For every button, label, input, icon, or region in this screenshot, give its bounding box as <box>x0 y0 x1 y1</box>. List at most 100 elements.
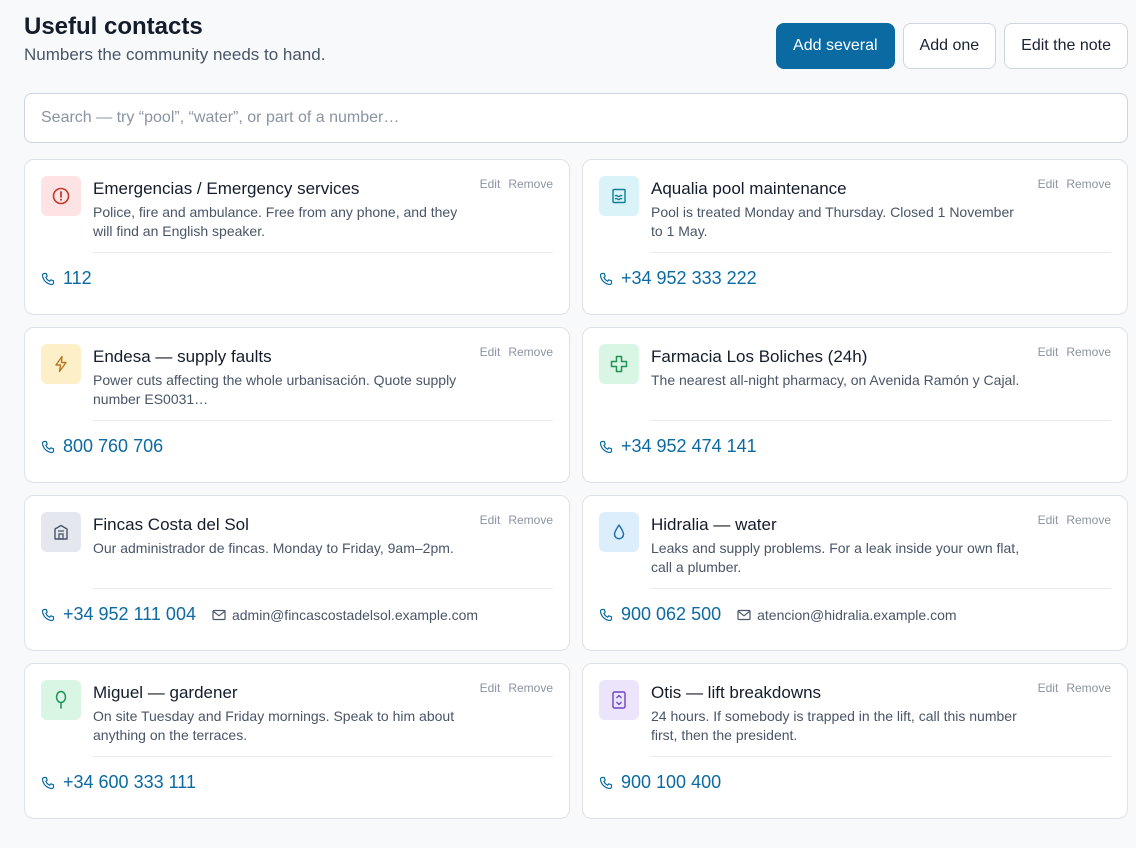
phone-icon <box>41 776 55 790</box>
remove-contact-button[interactable]: Remove <box>508 177 553 191</box>
card-divider <box>93 756 553 757</box>
contact-details: 900 062 500 atencion@hidralia.example.co… <box>599 604 957 625</box>
phone-number: +34 952 333 222 <box>621 268 757 288</box>
phone-icon <box>599 272 613 286</box>
card-tools: Edit Remove <box>480 681 553 695</box>
card-divider <box>651 252 1111 253</box>
phone-number: +34 600 333 111 <box>63 772 196 792</box>
card-tools: Edit Remove <box>1038 513 1111 527</box>
edit-contact-button[interactable]: Edit <box>480 513 501 527</box>
contact-card: Fincas Costa del Sol Our administrador d… <box>24 495 570 651</box>
alert-icon <box>41 176 81 216</box>
email-link[interactable]: admin@fincascostadelsol.example.com <box>212 607 478 623</box>
email-address: admin@fincascostadelsol.example.com <box>231 606 479 623</box>
contact-description: Pool is treated Monday and Thursday. Clo… <box>651 204 1014 239</box>
edit-contact-button[interactable]: Edit <box>480 345 501 359</box>
remove-contact-button[interactable]: Remove <box>1066 681 1111 695</box>
remove-contact-button[interactable]: Remove <box>1066 345 1111 359</box>
email-link[interactable]: atencion@hidralia.example.com <box>737 606 957 623</box>
contact-card: Emergencias / Emergency services Police,… <box>24 159 570 315</box>
contact-description: Police, fire and ambulance. Free from an… <box>93 204 458 239</box>
contact-title: Hidralia — water <box>651 515 777 534</box>
phone-number: 112 <box>63 268 92 288</box>
contact-description: 24 hours. If somebody is trapped in the … <box>651 708 1017 743</box>
card-divider <box>651 420 1111 421</box>
card-tools: Edit Remove <box>1038 681 1111 695</box>
contact-card: Endesa — supply faults Power cuts affect… <box>24 327 570 483</box>
card-tools: Edit Remove <box>1038 177 1111 191</box>
phone-icon <box>599 608 613 622</box>
remove-contact-button[interactable]: Remove <box>1066 177 1111 191</box>
contact-title: Farmacia Los Boliches (24h) <box>651 347 868 366</box>
edit-contact-button[interactable]: Edit <box>480 681 501 695</box>
phone-link[interactable]: 900 100 400 <box>599 772 721 793</box>
email-address: atencion@hidralia.example.com <box>757 606 957 623</box>
contact-card: Hidralia — water Leaks and supply proble… <box>582 495 1128 651</box>
contact-details: +34 952 474 141 <box>599 436 757 457</box>
search-input[interactable] <box>24 93 1128 143</box>
contact-description: Power cuts affecting the whole urbanisac… <box>93 372 457 407</box>
contact-details: 900 100 400 <box>599 772 721 793</box>
contact-description: The nearest all-night pharmacy, on Aveni… <box>651 372 1020 388</box>
card-divider <box>651 588 1111 589</box>
phone-link[interactable]: +34 952 474 141 <box>599 436 757 457</box>
card-tools: Edit Remove <box>1038 345 1111 359</box>
phone-link[interactable]: 112 <box>41 268 92 289</box>
edit-contact-button[interactable]: Edit <box>480 177 501 191</box>
remove-contact-button[interactable]: Remove <box>508 513 553 527</box>
contact-details: 800 760 706 <box>41 436 163 457</box>
phone-link[interactable]: +34 600 333 111 <box>41 772 196 793</box>
remove-contact-button[interactable]: Remove <box>508 345 553 359</box>
contact-card: Otis — lift breakdowns 24 hours. If some… <box>582 663 1128 819</box>
water-drop-icon <box>599 512 639 552</box>
card-divider <box>93 420 553 421</box>
building-icon <box>41 512 81 552</box>
page-header: Useful contacts Numbers the community ne… <box>24 12 1128 72</box>
contact-card: Miguel — gardener On site Tuesday and Fr… <box>24 663 570 819</box>
mail-icon <box>737 609 751 621</box>
pharmacy-cross-icon <box>599 344 639 384</box>
phone-number: +34 952 474 141 <box>621 436 757 456</box>
edit-contact-button[interactable]: Edit <box>1038 681 1059 695</box>
phone-icon <box>599 440 613 454</box>
lightning-icon <box>41 344 81 384</box>
card-divider <box>651 756 1111 757</box>
contact-title: Aqualia pool maintenance <box>651 179 847 198</box>
card-divider <box>93 588 553 589</box>
contact-title: Fincas Costa del Sol <box>93 515 249 534</box>
edit-note-button[interactable]: Edit the note <box>1004 23 1128 69</box>
phone-number: 900 062 500 <box>621 604 722 624</box>
contacts-grid: Emergencias / Emergency services Police,… <box>24 159 1128 819</box>
edit-contact-button[interactable]: Edit <box>1038 513 1059 527</box>
phone-icon <box>41 272 55 286</box>
phone-number: +34 952 111 004 <box>63 604 196 624</box>
edit-contact-button[interactable]: Edit <box>1038 345 1059 359</box>
phone-number: 800 760 706 <box>63 436 164 456</box>
contact-description: Our administrador de fincas. Monday to F… <box>93 540 454 556</box>
lift-icon <box>599 680 639 720</box>
mail-icon <box>212 609 226 621</box>
card-tools: Edit Remove <box>480 513 553 527</box>
contact-title: Miguel — gardener <box>93 683 238 702</box>
phone-link[interactable]: 800 760 706 <box>41 436 163 457</box>
contact-details: +34 952 111 004 admin@fincascostadelsol.… <box>41 604 478 625</box>
edit-contact-button[interactable]: Edit <box>1038 177 1059 191</box>
phone-link[interactable]: +34 952 111 004 <box>41 604 196 625</box>
phone-link[interactable]: 900 062 500 <box>599 604 721 625</box>
pool-icon <box>599 176 639 216</box>
contact-title: Emergencias / Emergency services <box>93 179 360 198</box>
contact-card: Aqualia pool maintenance Pool is treated… <box>582 159 1128 315</box>
card-divider <box>93 252 553 253</box>
card-tools: Edit Remove <box>480 345 553 359</box>
phone-number: 900 100 400 <box>621 772 722 792</box>
add-one-button[interactable]: Add one <box>902 23 997 69</box>
remove-contact-button[interactable]: Remove <box>1066 513 1111 527</box>
contact-description: On site Tuesday and Friday mornings. Spe… <box>93 708 455 743</box>
remove-contact-button[interactable]: Remove <box>508 681 553 695</box>
phone-icon <box>41 608 55 622</box>
contact-title: Endesa — supply faults <box>93 347 272 366</box>
card-tools: Edit Remove <box>480 177 553 191</box>
phone-link[interactable]: +34 952 333 222 <box>599 268 757 289</box>
add-several-button[interactable]: Add several <box>776 23 895 69</box>
header-actions: Add several Add one Edit the note <box>776 23 1128 69</box>
